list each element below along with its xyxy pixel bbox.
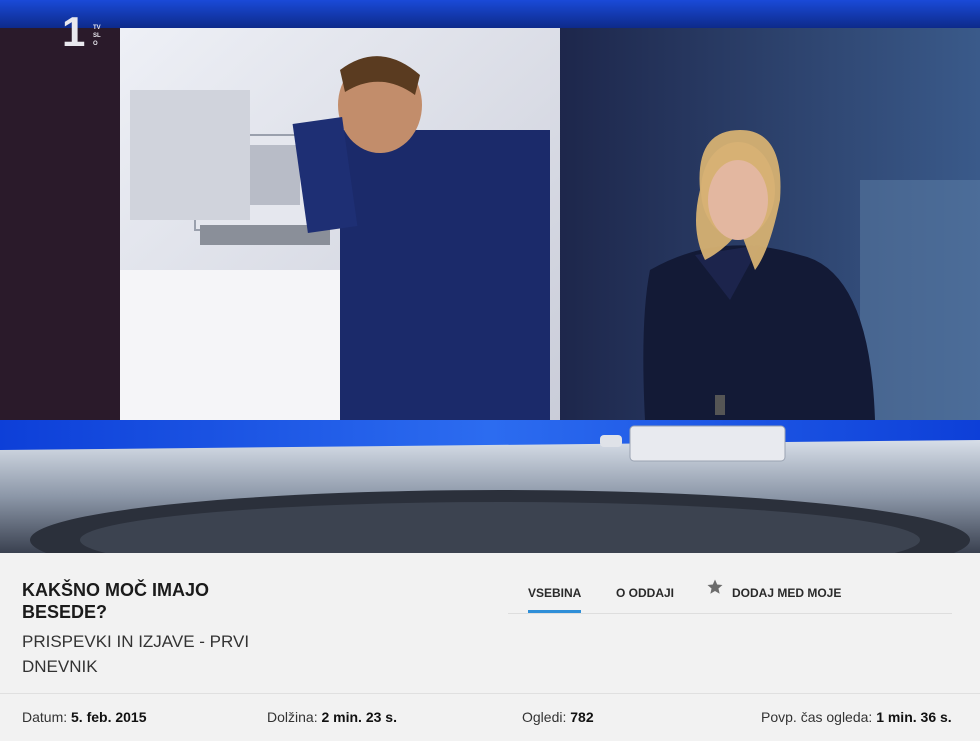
add-to-favorites-button[interactable]: DODAJ MED MOJE	[706, 575, 841, 611]
episode-subtitle[interactable]: PRISPEVKI IN IZJAVE - PRVI DNEVNIK	[22, 629, 282, 679]
tab-o-oddaji[interactable]: O ODDAJI	[616, 575, 674, 611]
add-to-favorites-label: DODAJ MED MOJE	[732, 586, 842, 600]
stat-views: Ogledi: 782	[522, 709, 594, 725]
channel-logo-label: TV SLO	[93, 25, 101, 47]
stat-date-value: 5. feb. 2015	[71, 709, 147, 725]
stat-date: Datum: 5. feb. 2015	[22, 709, 147, 725]
stat-duration: Dolžina: 2 min. 23 s.	[267, 709, 397, 725]
episode-title: KAKŠNO MOČ IMAJO BESEDE?	[22, 580, 210, 622]
stat-views-label: Ogledi:	[522, 709, 567, 725]
stat-avg-watch-time-value: 1 min. 36 s.	[876, 709, 952, 725]
stat-date-label: Datum:	[22, 709, 68, 725]
stat-avg-watch-time-label: Povp. čas ogleda:	[761, 709, 873, 725]
video-frame	[0, 0, 980, 553]
stat-duration-label: Dolžina:	[267, 709, 318, 725]
stat-avg-watch-time: Povp. čas ogleda: 1 min. 36 s.	[761, 709, 952, 725]
stat-views-value: 782	[570, 709, 594, 725]
video-player[interactable]: 1 TV SLO	[0, 0, 980, 553]
tab-vsebina[interactable]: VSEBINA	[528, 575, 582, 613]
channel-logo: 1 TV SLO	[62, 10, 122, 54]
stat-duration-value: 2 min. 23 s.	[321, 709, 397, 725]
channel-logo-number: 1	[62, 8, 86, 55]
episode-info-panel: KAKŠNO MOČ IMAJO BESEDE? PRISPEVKI IN IZ…	[0, 553, 980, 741]
video-stats-bar: Datum: 5. feb. 2015 Dolžina: 2 min. 23 s…	[0, 693, 980, 742]
content-tabs: VSEBINA O ODDAJI DODAJ MED MOJE	[508, 575, 952, 614]
star-icon	[706, 574, 724, 610]
